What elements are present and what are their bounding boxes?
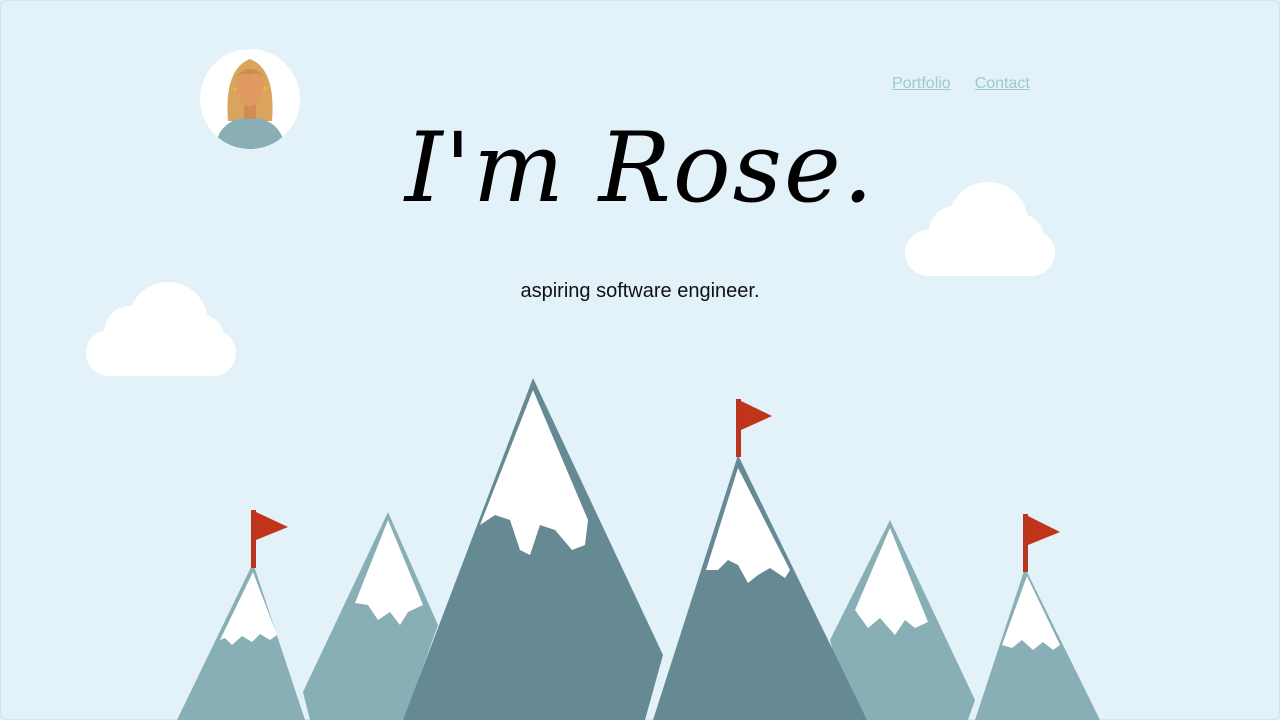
top-nav: Portfolio Contact (892, 75, 1030, 93)
mountain-scene (86, 182, 1100, 720)
red-flag-icon (251, 510, 288, 568)
hero-title: I'm Rose. (404, 112, 876, 224)
red-flag-icon (1023, 514, 1060, 572)
mountain-center-large (403, 378, 663, 720)
mountain-center-right (653, 455, 867, 720)
mountain-right-small (975, 568, 1100, 720)
nav-link-contact[interactable]: Contact (975, 75, 1030, 93)
nav-link-portfolio[interactable]: Portfolio (892, 75, 951, 93)
red-flag-icon (736, 399, 772, 457)
hero-subtitle: aspiring software engineer. (520, 280, 760, 302)
mountain-left-small (177, 563, 305, 720)
